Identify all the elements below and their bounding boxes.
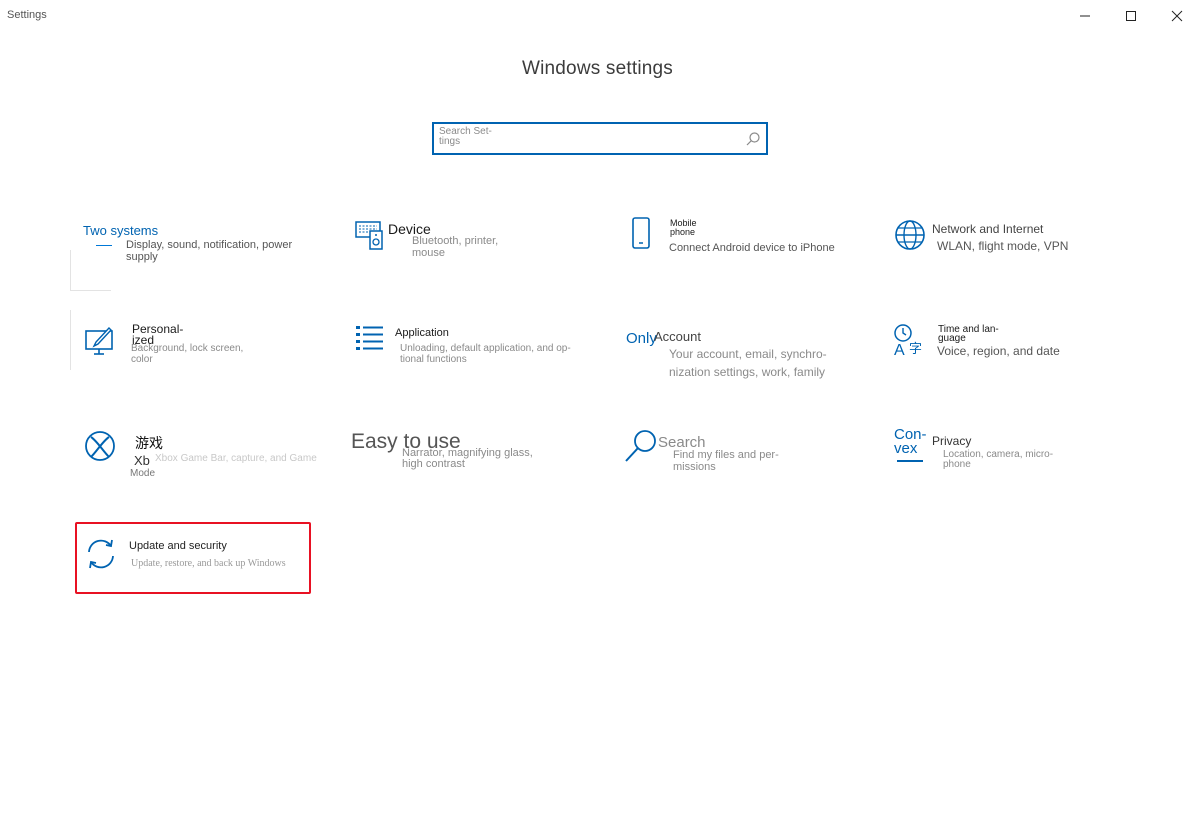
tile-devices[interactable]: Device Bluetooth, printer, mouse — [353, 218, 603, 290]
tile-network[interactable]: Network and Internet WLAN, flight mode, … — [893, 218, 1143, 290]
tile-title: Time and lan- guage — [938, 324, 999, 344]
icon-underline — [96, 245, 112, 246]
sync-icon — [83, 536, 119, 572]
close-icon — [1171, 10, 1183, 22]
tile-phone[interactable]: Mobile phone Connect Android device to i… — [624, 216, 876, 290]
tile-update-security[interactable]: Update and security Update, restore, and… — [75, 522, 311, 594]
svg-text:A: A — [894, 342, 905, 358]
globe-icon — [892, 217, 928, 253]
account-icon: Only — [626, 330, 657, 347]
devices-icon — [353, 218, 389, 254]
tile-divider — [70, 310, 71, 370]
tile-title: Two systems — [83, 223, 159, 238]
monitor-icon — [70, 250, 111, 291]
tile-privacy[interactable]: Con- vex Privacy Location, camera, micro… — [893, 426, 1143, 500]
tile-description: Find my files and per- missions — [673, 449, 779, 473]
search-input[interactable]: Search Set- tings — [432, 122, 768, 155]
search-icon[interactable] — [745, 131, 761, 147]
tile-subtitle: Xb — [134, 453, 150, 468]
tile-system[interactable]: Two systems Display, sound, notification… — [70, 218, 320, 291]
apps-icon — [353, 322, 389, 358]
minimize-button[interactable] — [1062, 0, 1108, 32]
tile-description: Background, lock screen, color — [131, 343, 244, 365]
tile-description: Display, sound, notification, power supp… — [126, 239, 293, 263]
tile-description: Connect Android device to iPhone — [669, 242, 835, 254]
tile-description: Location, camera, micro- phone — [943, 449, 1054, 470]
svg-text:字: 字 — [909, 342, 922, 357]
tile-title: Privacy — [932, 434, 972, 448]
tile-description: Bluetooth, printer, mouse — [412, 235, 499, 259]
maximize-button[interactable] — [1108, 0, 1154, 32]
tile-description: Unloading, default application, and op- … — [400, 343, 571, 365]
tile-title: 游戏 — [135, 435, 163, 451]
time-language-icon: A 字 — [892, 322, 928, 358]
title-bar: Settings — [0, 0, 1200, 32]
tile-apps[interactable]: Application Unloading, default applicati… — [353, 322, 603, 394]
xbox-icon — [82, 428, 118, 464]
tile-personalization[interactable]: Personal- ized Background, lock screen, … — [70, 310, 320, 382]
tile-description: Narrator, magnifying glass, high contras… — [402, 447, 533, 470]
tile-title: Update and security — [129, 540, 227, 552]
privacy-icon: Con- vex — [894, 426, 927, 457]
minimize-icon — [1080, 15, 1090, 17]
search-placeholder: Search Set- tings — [439, 126, 492, 147]
tile-title: Mobile phone — [670, 218, 697, 237]
tile-gaming[interactable]: 游戏 Xb Mode Xbox Game Bar, capture, and G… — [70, 428, 320, 500]
phone-icon — [624, 216, 660, 252]
tile-description: Update, restore, and back up Windows — [131, 558, 286, 569]
tile-description: Voice, region, and date — [937, 344, 1060, 358]
tile-description: WLAN, flight mode, VPN — [937, 239, 1069, 253]
icon-underline — [897, 460, 923, 462]
maximize-icon — [1126, 11, 1136, 21]
tile-search[interactable]: Search Find my files and per- missions — [624, 428, 874, 500]
tile-accounts[interactable]: Only Account Your account, email, synchr… — [626, 322, 876, 394]
page-title: Windows settings — [521, 58, 674, 79]
tile-mode-label: Mode — [130, 468, 156, 479]
personalize-icon — [82, 324, 118, 360]
close-button[interactable] — [1154, 0, 1200, 32]
tile-ease-of-access[interactable]: Easy to use Narrator, magnifying glass, … — [351, 428, 601, 500]
search-icon — [624, 428, 660, 464]
tile-title: Account — [654, 329, 701, 344]
tile-description: Xbox Game Bar, capture, and Game — [155, 453, 317, 464]
tile-title: Network and Internet — [932, 222, 1044, 236]
tile-time-language[interactable]: A 字 Time and lan- guage Voice, region, a… — [893, 322, 1143, 394]
app-title: Settings — [7, 9, 47, 21]
tile-title: Application — [395, 327, 449, 339]
tile-description: Your account, email, synchro- nization s… — [669, 347, 827, 379]
